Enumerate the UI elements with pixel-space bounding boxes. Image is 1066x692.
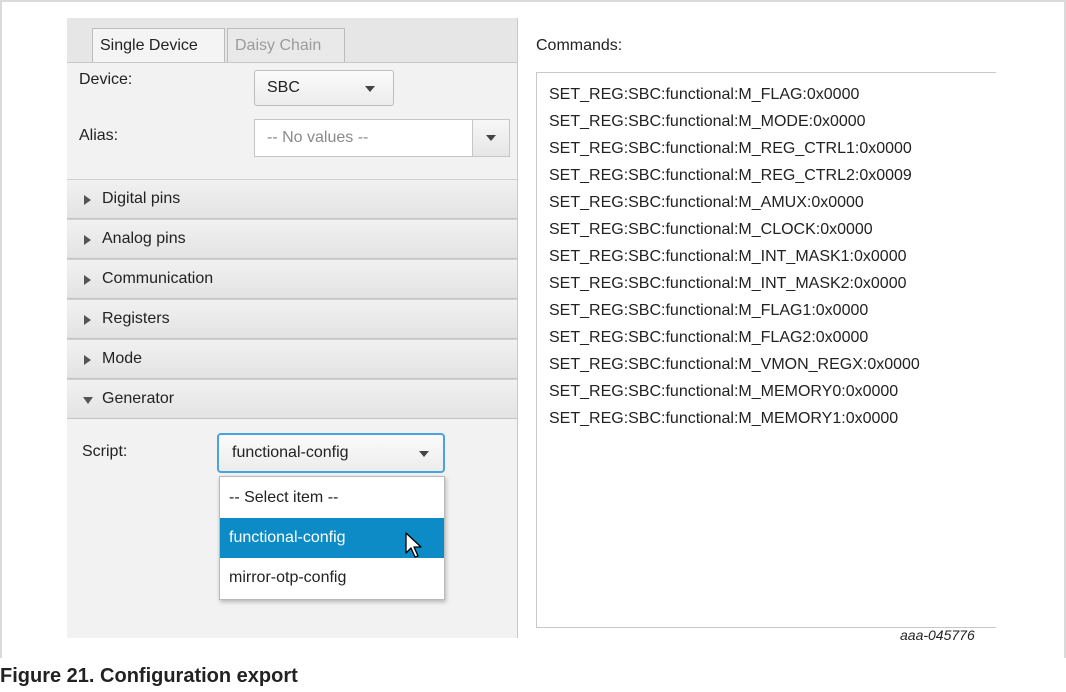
alias-placeholder: -- No values -- xyxy=(267,129,369,146)
chevron-down-icon xyxy=(486,135,496,141)
collapsed-triangle-icon xyxy=(84,355,91,365)
device-label: Device: xyxy=(79,71,133,88)
accordion-communication[interactable]: Communication xyxy=(67,259,517,299)
device-panel: Single Device Daisy Chain Device: SBC Al… xyxy=(67,18,518,638)
command-line: SET_REG:SBC:functional:M_VMON_REGX:0x000… xyxy=(549,356,920,373)
command-line: SET_REG:SBC:functional:M_INT_MASK2:0x000… xyxy=(549,275,907,292)
commands-label: Commands: xyxy=(536,37,623,54)
figure-caption: Figure 21. Configuration export xyxy=(0,665,298,687)
command-line: SET_REG:SBC:functional:M_FLAG1:0x0000 xyxy=(549,302,869,319)
command-line: SET_REG:SBC:functional:M_AMUX:0x0000 xyxy=(549,194,864,211)
tab-daisy-chain[interactable]: Daisy Chain xyxy=(227,28,345,62)
alias-select[interactable]: -- No values -- xyxy=(254,119,510,157)
chevron-down-icon xyxy=(365,86,375,92)
accordion-digital-pins[interactable]: Digital pins xyxy=(67,179,517,219)
accordion-mode[interactable]: Mode xyxy=(67,339,517,379)
collapsed-triangle-icon xyxy=(84,275,91,285)
alias-label: Alias: xyxy=(79,127,119,144)
expanded-triangle-icon xyxy=(83,397,93,404)
script-option-select-item[interactable]: -- Select item -- xyxy=(220,478,444,518)
alias-dropdown-button[interactable] xyxy=(472,120,509,156)
command-line: SET_REG:SBC:functional:M_FLAG2:0x0000 xyxy=(549,329,869,346)
tab-single-device[interactable]: Single Device xyxy=(92,28,225,62)
tab-bar: Single Device Daisy Chain xyxy=(67,18,517,63)
chevron-down-icon xyxy=(419,451,429,457)
figure-id: aaa-045776 xyxy=(900,627,975,643)
accordion-label: Mode xyxy=(102,350,143,367)
command-line: SET_REG:SBC:functional:M_CLOCK:0x0000 xyxy=(549,221,873,238)
command-line: SET_REG:SBC:functional:M_MEMORY0:0x0000 xyxy=(549,383,899,400)
accordion-label: Communication xyxy=(102,270,214,287)
device-select-value: SBC xyxy=(267,79,300,96)
command-line: SET_REG:SBC:functional:M_REG_CTRL1:0x000… xyxy=(549,140,912,157)
script-option-mirror-otp-config[interactable]: mirror-otp-config xyxy=(220,558,444,598)
command-line: SET_REG:SBC:functional:M_FLAG:0x0000 xyxy=(549,86,860,103)
accordion-label: Analog pins xyxy=(102,230,186,247)
command-line: SET_REG:SBC:functional:M_REG_CTRL2:0x000… xyxy=(549,167,912,184)
script-select-value: functional-config xyxy=(232,444,349,461)
command-line: SET_REG:SBC:functional:M_MEMORY1:0x0000 xyxy=(549,410,899,427)
collapsed-triangle-icon xyxy=(84,235,91,245)
command-line: SET_REG:SBC:functional:M_INT_MASK1:0x000… xyxy=(549,248,907,265)
script-select[interactable]: functional-config xyxy=(217,433,445,473)
command-line: SET_REG:SBC:functional:M_MODE:0x0000 xyxy=(549,113,866,130)
commands-textarea[interactable]: SET_REG:SBC:functional:M_FLAG:0x0000 SET… xyxy=(536,72,996,628)
accordion-generator[interactable]: Generator xyxy=(67,379,517,419)
accordion-analog-pins[interactable]: Analog pins xyxy=(67,219,517,259)
collapsed-triangle-icon xyxy=(84,195,91,205)
mouse-pointer-icon xyxy=(405,532,422,558)
accordion-label: Digital pins xyxy=(102,190,181,207)
script-label: Script: xyxy=(82,443,128,460)
accordion-label: Registers xyxy=(102,310,170,327)
accordion-label: Generator xyxy=(102,390,175,407)
accordion-registers[interactable]: Registers xyxy=(67,299,517,339)
collapsed-triangle-icon xyxy=(84,315,91,325)
device-select[interactable]: SBC xyxy=(254,70,394,106)
